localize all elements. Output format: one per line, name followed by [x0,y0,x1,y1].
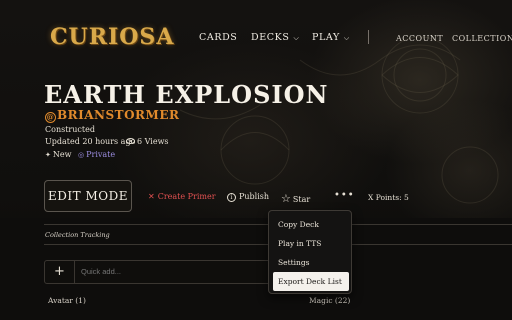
nav-decks-label: DECKS [251,32,290,43]
publish-button[interactable]: i Publish [227,192,269,202]
deck-title: EARTH EXPLOSION [44,80,329,109]
more-options-menu: Copy Deck Play in TTS Settings Export De… [268,210,352,294]
star-button[interactable]: ☆ Star [281,192,310,205]
deck-format: Constructed [45,125,95,134]
sparkle-icon: ✦ [45,151,51,159]
private-badge: ◎ Private [78,150,115,159]
author-name: BRIANSTORMER [57,108,180,122]
nav-collection[interactable]: COLLECTION [452,34,512,43]
scroll-icon: ✕ [148,192,155,201]
nav-cards-label: CARDS [199,32,238,43]
eye-slash-icon: ◎ [78,151,85,159]
at-icon: @ [45,112,56,123]
nav-play[interactable]: PLAY ⌵ [312,32,350,43]
private-badge-label: Private [86,150,116,159]
new-badge-label: New [52,150,72,159]
chevron-down-icon: ⌵ [293,34,300,42]
star-icon: ☆ [281,192,291,205]
site-logo[interactable]: CURIOSA [50,24,174,50]
section-magic: Magic (22) [309,296,351,305]
new-badge: ✦ New [45,150,71,159]
menu-item-settings[interactable]: Settings [273,253,349,272]
plus-icon[interactable]: + [45,261,75,283]
deck-views: 6 Views [126,137,169,146]
quick-add-input[interactable] [81,267,178,276]
menu-item-copy-deck[interactable]: Copy Deck [273,215,349,234]
collection-tracking[interactable]: Collection Tracking [45,231,110,239]
nav-cards[interactable]: CARDS [199,32,237,43]
menu-item-play-in-tts[interactable]: Play in TTS [273,234,349,253]
nav-decks[interactable]: DECKS ⌵ [251,32,299,43]
deck-updated: Updated 20 hours ago [45,137,136,146]
section-avatar: Avatar (1) [48,296,86,305]
eye-icon [126,138,135,144]
nav-account[interactable]: ACCOUNT [396,34,443,43]
views-count: 6 Views [137,137,169,146]
more-options-button[interactable]: ••• [334,190,355,201]
top-navigation-bar: CURIOSA CARDS DECKS ⌵ PLAY ⌵ ACCOUNT COLLE… [0,0,512,72]
menu-item-export-deck-list[interactable]: Export Deck List [273,272,349,291]
create-primer-label: Create Primer [157,192,216,201]
star-label: Star [292,195,311,204]
deck-author-link[interactable]: @ BRIANSTORMER [45,108,179,123]
nav-play-label: PLAY [312,32,340,43]
create-primer-button[interactable]: ✕ Create Primer [148,192,216,201]
x-points: X Points: 5 [368,193,409,202]
chevron-down-icon: ⌵ [343,34,350,42]
publish-label: Publish [239,192,270,201]
nav-divider [368,30,369,44]
edit-mode-button[interactable]: EDIT MODE [44,180,132,212]
info-icon: i [227,193,236,202]
